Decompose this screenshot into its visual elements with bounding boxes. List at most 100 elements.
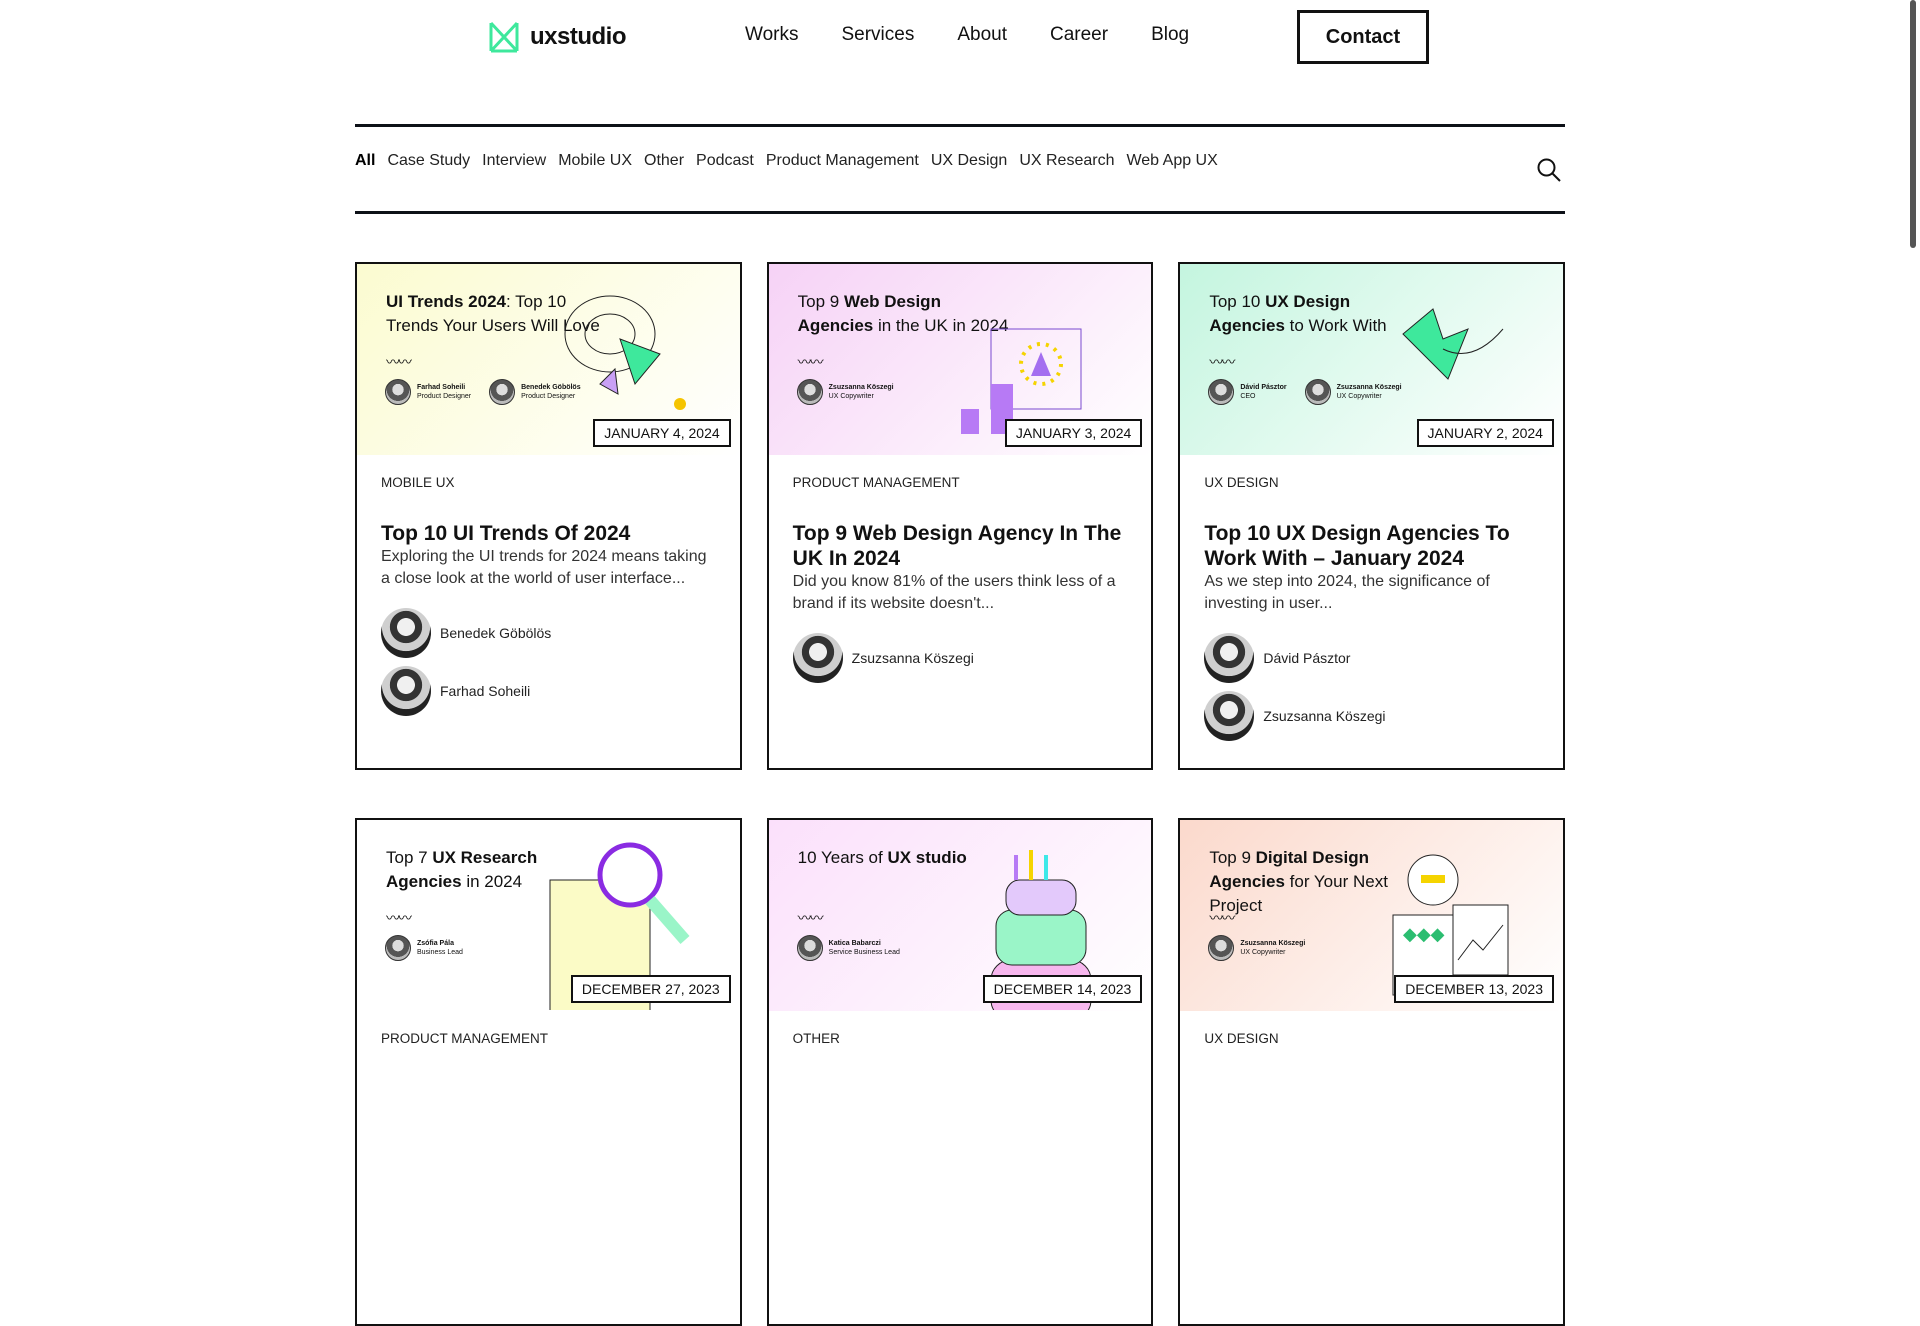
thumb-author: Dávid Pásztor CEO [1208, 379, 1287, 405]
squiggle-icon: 〰〰 [386, 354, 412, 370]
thumb-author: Zsuzsanna Köszegi UX Copywriter [796, 379, 894, 405]
author-name: Benedek Göbölös [440, 625, 552, 641]
card-body: PRODUCT MANAGEMENT Top 9 Web Design Agenc… [769, 475, 1152, 683]
thumbnail-authors: Zsuzsanna Köszegi UX Copywriter [1208, 935, 1305, 961]
thumb-author-name: Zsuzsanna Köszegi [1240, 940, 1306, 947]
contact-button[interactable]: Contact [1297, 10, 1429, 64]
nav-works[interactable]: Works [745, 24, 798, 46]
author[interactable]: Farhad Soheili [381, 666, 716, 716]
author[interactable]: Zsuzsanna Köszegi [1204, 691, 1539, 741]
squiggle-icon: 〰〰 [386, 910, 412, 926]
card-category: PRODUCT MANAGEMENT [381, 1031, 549, 1046]
blog-card[interactable]: Top 9 Web Design Agencies in the UK in 2… [766, 262, 1154, 770]
card-authors: Dávid Pásztor Zsuzsanna Köszegi [1204, 633, 1539, 741]
card-thumbnail[interactable]: UI Trends 2024: Top 10 Trends Your Users… [357, 264, 740, 455]
avatar [385, 379, 411, 405]
card-category: MOBILE UX [381, 475, 455, 490]
avatar [796, 935, 823, 961]
nav-services[interactable]: Services [841, 24, 914, 46]
card-thumbnail[interactable]: 10 Years of UX studio 〰〰 Katica Babarczi… [768, 820, 1152, 1011]
filter-ux-research[interactable]: UX Research [1019, 152, 1114, 170]
thumbnail-title-pre: Top 10 [1209, 292, 1266, 311]
search-icon[interactable] [1536, 157, 1562, 183]
blog-card[interactable]: UI Trends 2024: Top 10 Trends Your Users… [355, 262, 742, 770]
card-thumbnail[interactable]: Top 9 Digital Design Agencies for Your N… [1180, 820, 1563, 1011]
thumbnail-title-rest: to Work With [1284, 316, 1387, 335]
card-authors: Zsuzsanna Köszegi [792, 633, 1128, 683]
divider [355, 124, 1565, 127]
card-excerpt: Did you know 81% of the users think less… [792, 573, 1116, 612]
date-badge: DECEMBER 27, 2023 [570, 975, 731, 1003]
svg-text:◆◆◆: ◆◆◆ [1403, 924, 1445, 944]
date-badge: JANUARY 2, 2024 [1416, 419, 1554, 447]
nav-blog[interactable]: Blog [1151, 24, 1189, 46]
thumbnail-title-rest: in 2024 [461, 872, 523, 891]
filter-other[interactable]: Other [644, 152, 684, 170]
blog-card[interactable]: 10 Years of UX studio 〰〰 Katica Babarczi… [766, 818, 1154, 1326]
avatar [385, 935, 411, 961]
logo[interactable]: uxstudio [489, 21, 627, 53]
thumb-author-name: Zsófia Pála [417, 940, 454, 947]
avatar [796, 379, 823, 405]
avatar [1208, 379, 1235, 405]
blog-card[interactable]: Top 9 Digital Design Agencies for Your N… [1178, 818, 1565, 1326]
author-name: Zsuzsanna Köszegi [1263, 708, 1386, 724]
card-excerpt: Exploring the UI trends for 2024 means t… [381, 548, 707, 587]
author[interactable]: Dávid Pásztor [1204, 633, 1539, 683]
logo-icon [489, 21, 519, 53]
thumb-author-name: Dávid Pásztor [1240, 384, 1287, 391]
avatar [1304, 379, 1331, 405]
filter-product-management[interactable]: Product Management [766, 152, 919, 170]
thumbnail-authors: Zsófia Pála Business Lead [385, 935, 463, 961]
illustration [961, 284, 1101, 439]
card-title[interactable]: Top 9 Web Design Agency In The UK In 202… [793, 521, 1128, 571]
blog-card[interactable]: Top 7 UX Research Agencies in 2024 〰〰 Zs… [355, 818, 742, 1326]
thumb-author: Farhad Soheili Product Designer [385, 379, 471, 405]
thumb-author-role: UX Copywriter [1240, 949, 1286, 956]
author-avatar [1204, 633, 1255, 683]
author-avatar [381, 666, 431, 716]
illustration [550, 284, 690, 439]
card-category: UX DESIGN [1204, 1031, 1279, 1046]
author-avatar [792, 633, 843, 683]
card-thumbnail[interactable]: Top 7 UX Research Agencies in 2024 〰〰 Zs… [357, 820, 740, 1011]
filter-case-study[interactable]: Case Study [387, 152, 470, 170]
card-title[interactable]: Top 10 UX Design Agencies To Work With –… [1204, 521, 1539, 571]
blog-card[interactable]: Top 10 UX Design Agencies to Work With 〰… [1178, 262, 1565, 770]
card-authors: Benedek Göbölös Farhad Soheili [381, 608, 716, 716]
thumbnail-title-bold: UI Trends 2024 [386, 292, 507, 311]
thumb-author-role: Business Lead [417, 949, 463, 956]
author[interactable]: Benedek Göbölös [381, 608, 716, 658]
card-thumbnail[interactable]: Top 10 UX Design Agencies to Work With 〰… [1180, 264, 1563, 455]
card-title[interactable]: Top 10 UI Trends Of 2024 [381, 521, 716, 546]
filter-mobile-ux[interactable]: Mobile UX [558, 152, 632, 170]
thumb-author: Katica Babarczi Service Business Lead [796, 935, 900, 961]
date-badge: DECEMBER 14, 2023 [982, 975, 1143, 1003]
thumb-author-name: Farhad Soheili [417, 384, 466, 391]
category-filters: All Case Study Interview Mobile UX Other… [355, 152, 1218, 170]
squiggle-icon: 〰〰 [1209, 910, 1235, 926]
filter-ux-design[interactable]: UX Design [931, 152, 1007, 170]
squiggle-icon: 〰〰 [797, 910, 824, 926]
filter-podcast[interactable]: Podcast [696, 152, 754, 170]
card-body: PRODUCT MANAGEMENT [357, 1031, 740, 1049]
scrollbar[interactable] [1910, 0, 1916, 248]
date-badge: JANUARY 4, 2024 [593, 419, 731, 447]
nav-about[interactable]: About [957, 24, 1007, 46]
card-thumbnail[interactable]: Top 9 Web Design Agencies in the UK in 2… [768, 264, 1152, 455]
thumbnail-title-pre: 10 Years of [797, 848, 888, 867]
squiggle-icon: 〰〰 [797, 354, 824, 370]
thumbnail-authors: Katica Babarczi Service Business Lead [796, 935, 900, 961]
card-body: UX DESIGN [1180, 1031, 1563, 1049]
card-category: OTHER [792, 1031, 840, 1046]
thumb-author-name: Zsuzsanna Köszegi [828, 384, 894, 391]
author-avatar [1204, 691, 1255, 741]
filter-all[interactable]: All [355, 152, 375, 170]
filter-interview[interactable]: Interview [482, 152, 546, 170]
card-category: PRODUCT MANAGEMENT [792, 475, 960, 490]
card-body: MOBILE UX Top 10 UI Trends Of 2024 Explori… [357, 475, 740, 716]
filter-web-app-ux[interactable]: Web App UX [1126, 152, 1217, 170]
author[interactable]: Zsuzsanna Köszegi [792, 633, 1128, 683]
date-badge: JANUARY 3, 2024 [1004, 419, 1143, 447]
nav-career[interactable]: Career [1050, 24, 1108, 46]
